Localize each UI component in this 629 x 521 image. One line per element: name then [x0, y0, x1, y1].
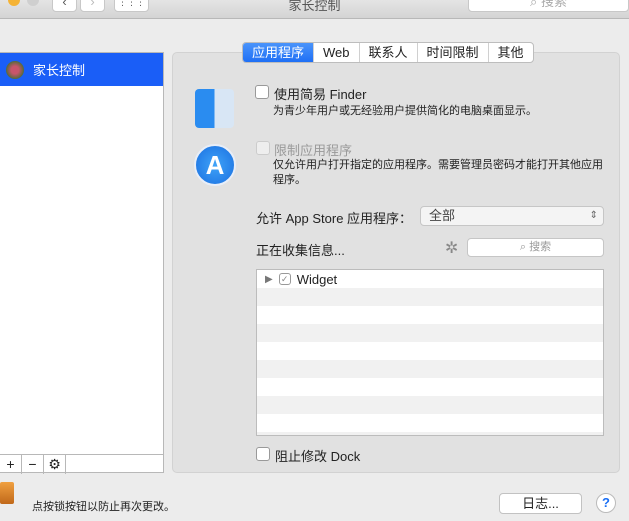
limit-apps-checkbox[interactable] [256, 141, 270, 155]
log-button[interactable]: 日志... [499, 493, 582, 514]
limit-apps-desc: 仅允许用户打开指定的应用程序。需要管理员密码才能打开其他应用程序。 [273, 159, 603, 186]
tab-contacts[interactable]: 联系人 [360, 43, 418, 62]
chevron-updown-icon: ⇕ [589, 210, 598, 221]
app-name: Widget [296, 271, 338, 287]
add-button[interactable]: + [0, 455, 22, 474]
finder-icon [195, 89, 234, 128]
help-button[interactable]: ? [596, 493, 616, 513]
simple-finder-checkbox[interactable] [255, 85, 269, 99]
toolbar-search[interactable]: ⌕ 搜索 [468, 0, 629, 12]
search-placeholder: 搜索 [529, 241, 552, 253]
lock-text: 点按锁按钮以防止再次更改。 [32, 501, 175, 513]
app-store-icon: A [194, 144, 236, 186]
sidebar-item-label: 家长控制 [33, 63, 86, 78]
sidebar-item-parental-controls[interactable]: 家长控制 [0, 53, 163, 86]
disclosure-triangle-icon[interactable]: ▶ [265, 274, 273, 285]
widget-checkbox[interactable]: ✓ [278, 273, 291, 285]
simple-finder-label: 使用简易 Finder [274, 87, 367, 102]
dock-checkbox[interactable] [256, 447, 270, 461]
appstore-value: 全部 [429, 208, 456, 223]
remove-button[interactable]: − [22, 455, 44, 474]
tab-apps[interactable]: 应用程序 [243, 43, 315, 62]
collecting-label: 正在收集信息... [256, 243, 345, 258]
tab-other[interactable]: 其他 [489, 43, 533, 62]
title-bar: ‹ › ⋮⋮⋮ 家长控制 ⌕ 搜索 [0, 0, 629, 19]
appstore-label: 允许 App Store 应用程序： [256, 211, 413, 226]
sidebar: 家长控制 + − ⚙ [0, 52, 164, 474]
tab-time-limits[interactable]: 时间限制 [418, 43, 489, 62]
sidebar-toolbar: + − ⚙ [0, 454, 163, 474]
appstore-select[interactable]: 全部 ⇕ [420, 206, 604, 226]
lock-icon[interactable] [0, 482, 14, 504]
app-search-input[interactable]: ⌕ 搜索 [467, 238, 604, 257]
gear-icon[interactable]: ⚙ [44, 455, 66, 474]
list-item[interactable]: ▶ ✓ Widget [257, 270, 603, 288]
avatar [6, 60, 24, 79]
app-list: ▶ ✓ Widget [256, 269, 604, 436]
dock-label: 阻止修改 Dock [275, 449, 361, 464]
search-placeholder: 搜索 [540, 0, 567, 9]
limit-apps-label: 限制应用程序 [274, 143, 353, 158]
simple-finder-desc: 为青少年用户或无经验用户提供简化的电脑桌面显示。 [273, 105, 537, 117]
spinner-icon: ✲ [445, 240, 459, 257]
tab-web[interactable]: Web [314, 43, 360, 62]
tab-bar: 应用程序 Web 联系人 时间限制 其他 [242, 42, 534, 63]
